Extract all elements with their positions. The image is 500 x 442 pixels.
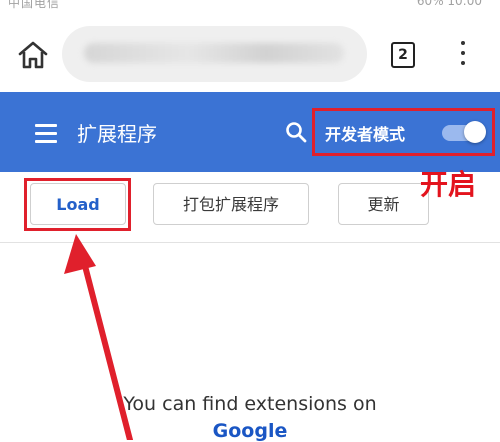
home-icon[interactable]: [16, 40, 50, 70]
browser-toolbar: 2: [0, 14, 500, 92]
google-link[interactable]: Google: [0, 420, 500, 442]
toggle-thumb: [464, 121, 486, 143]
search-icon[interactable]: [284, 120, 308, 144]
empty-state-text: You can find extensions on: [123, 393, 377, 415]
enable-annotation: 开启: [420, 168, 477, 201]
menu-icon[interactable]: [35, 124, 57, 143]
status-right-text: 60% 10:00: [416, 0, 482, 8]
blurred-url: [84, 43, 344, 63]
dev-mode-toggle[interactable]: [440, 120, 486, 144]
pack-extension-button[interactable]: 打包扩展程序: [153, 183, 309, 225]
status-bar: 中国电信 60% 10:00: [0, 0, 500, 14]
page-title: 扩展程序: [77, 122, 157, 146]
more-menu-icon[interactable]: [459, 41, 467, 71]
update-button[interactable]: 更新: [338, 183, 429, 225]
load-button-highlight: [24, 178, 131, 231]
address-bar[interactable]: [62, 26, 367, 82]
dev-mode-label: 开发者模式: [325, 125, 406, 144]
carrier-text: 中国电信: [8, 0, 61, 10]
tab-switcher-button[interactable]: 2: [391, 42, 415, 68]
